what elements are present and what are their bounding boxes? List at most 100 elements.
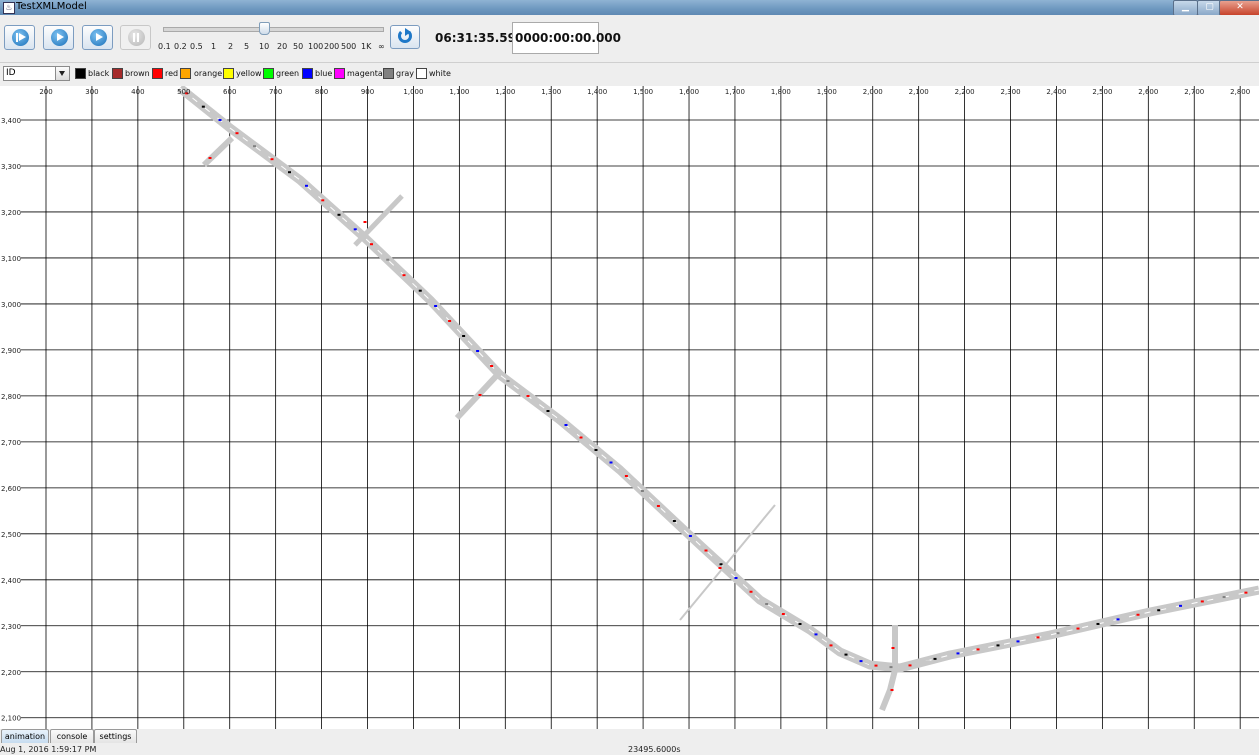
toolbar (0, 15, 1259, 63)
x-tick-label: 2,400 (1046, 88, 1066, 96)
y-tick-label: 3,000 (1, 301, 21, 309)
tab-animation[interactable]: animation (1, 729, 49, 743)
legend-label-white: white (429, 69, 451, 78)
legend-swatch-red (152, 68, 163, 79)
vehicle (546, 410, 550, 412)
vehicle (956, 652, 960, 655)
vehicle (1096, 622, 1100, 625)
vehicle (718, 567, 722, 569)
play-icon (51, 29, 68, 46)
y-tick-label: 2,400 (1, 577, 21, 585)
legend-swatch-orange (180, 68, 191, 79)
step-icon (12, 29, 29, 46)
y-tick-label: 2,100 (1, 715, 21, 723)
x-tick-label: 500 (177, 88, 190, 96)
x-tick-label: 1,700 (725, 88, 745, 96)
x-tick-label: 1,400 (587, 88, 607, 96)
x-tick-label: 2,000 (863, 88, 883, 96)
vehicle (749, 590, 753, 593)
vehicle (402, 274, 406, 277)
minimize-button[interactable]: ▁ (1173, 0, 1198, 16)
vehicle (719, 563, 723, 566)
road-network (177, 86, 1259, 712)
vehicle (734, 577, 738, 579)
reset-button[interactable] (390, 25, 420, 49)
speed-label: 5 (244, 42, 250, 51)
x-tick-label: 300 (85, 88, 98, 96)
vehicle (1116, 618, 1120, 621)
vehicle (218, 119, 222, 121)
vehicle (594, 449, 598, 451)
vehicle (208, 157, 212, 159)
vehicle (305, 184, 308, 187)
x-tick-label: 800 (315, 88, 328, 96)
status-datetime: Aug 1, 2016 1:59:17 PM (0, 745, 97, 754)
vehicle (448, 320, 452, 322)
legend-label-brown: brown (125, 69, 150, 78)
pause-button[interactable] (120, 25, 151, 50)
speed-label: 100 (308, 42, 324, 51)
network-view[interactable]: 200 300 400 500 600 700 800 900 1,000 1,100 1,200 1… (0, 86, 1259, 729)
vehicle (688, 535, 692, 537)
speed-label: 200 (324, 42, 340, 51)
close-button[interactable]: ✕ (1219, 0, 1259, 16)
tab-settings[interactable]: settings (94, 729, 137, 743)
network-canvas[interactable]: 200 300 400 500 600 700 800 900 1,000 1,100 1,200 1… (0, 86, 1259, 729)
step-button[interactable] (4, 25, 35, 50)
select-value: ID (6, 68, 16, 78)
vehicle (476, 350, 480, 352)
run-fast-button[interactable] (82, 25, 113, 50)
tab-console[interactable]: console (50, 729, 94, 743)
vehicle (889, 666, 893, 669)
speed-label: 0.2 (174, 42, 187, 51)
title-bar: ♨ TestXMLModel ▁ ▢ ✕ (0, 0, 1259, 16)
vehicle (1222, 596, 1226, 599)
vehicle (814, 633, 818, 636)
y-tick-label: 2,200 (1, 669, 21, 677)
y-tick-label: 2,600 (1, 485, 21, 493)
legend-swatch-magenta (334, 68, 345, 79)
vehicle (976, 648, 980, 651)
legend-label-orange: orange (194, 69, 223, 78)
speed-slider-track[interactable] (163, 27, 384, 32)
x-tick-label: 2,500 (1092, 88, 1112, 96)
speed-label: 500 (341, 42, 357, 51)
legend-label-magenta: magenta (347, 69, 383, 78)
speed-slider-thumb[interactable] (259, 22, 270, 35)
y-tick-label: 2,900 (1, 347, 21, 355)
lane-marking (179, 87, 1259, 669)
vehicle (798, 623, 802, 625)
speed-label: 0.5 (190, 42, 203, 51)
side-road (353, 194, 404, 247)
mainline-road (177, 86, 1259, 673)
x-tick-label: 2,600 (1138, 88, 1158, 96)
speed-label: 1K (361, 42, 372, 51)
x-tick-label: 1,500 (633, 88, 653, 96)
x-tick-label: 1,000 (403, 88, 423, 96)
y-tick-label: 3,300 (1, 163, 21, 171)
x-tick-label: 1,600 (679, 88, 699, 96)
vehicles (185, 92, 1248, 691)
vehicle (891, 647, 895, 649)
run-button[interactable] (43, 25, 74, 50)
vehicle (201, 105, 205, 108)
vehicle (1157, 609, 1161, 612)
x-tick-label: 600 (223, 88, 236, 96)
legend-label-gray: gray (396, 69, 415, 78)
speed-label: 50 (293, 42, 304, 51)
vehicle (624, 475, 628, 477)
vehicle (235, 132, 239, 135)
vehicle (829, 644, 833, 647)
speed-label: 20 (277, 42, 288, 51)
vehicle (1016, 640, 1020, 643)
speed-label: 1 (211, 42, 217, 51)
y-tick-label: 3,100 (1, 255, 21, 263)
vehicle (890, 689, 894, 691)
y-tick-label: 2,300 (1, 623, 21, 631)
x-tick-label: 2,800 (1230, 88, 1250, 96)
legend-swatch-yellow (223, 68, 234, 79)
vehicle (609, 461, 613, 464)
color-attribute-select[interactable]: ID (3, 66, 70, 81)
y-tick-label: 2,800 (1, 393, 21, 401)
chevron-down-icon[interactable] (55, 67, 69, 80)
